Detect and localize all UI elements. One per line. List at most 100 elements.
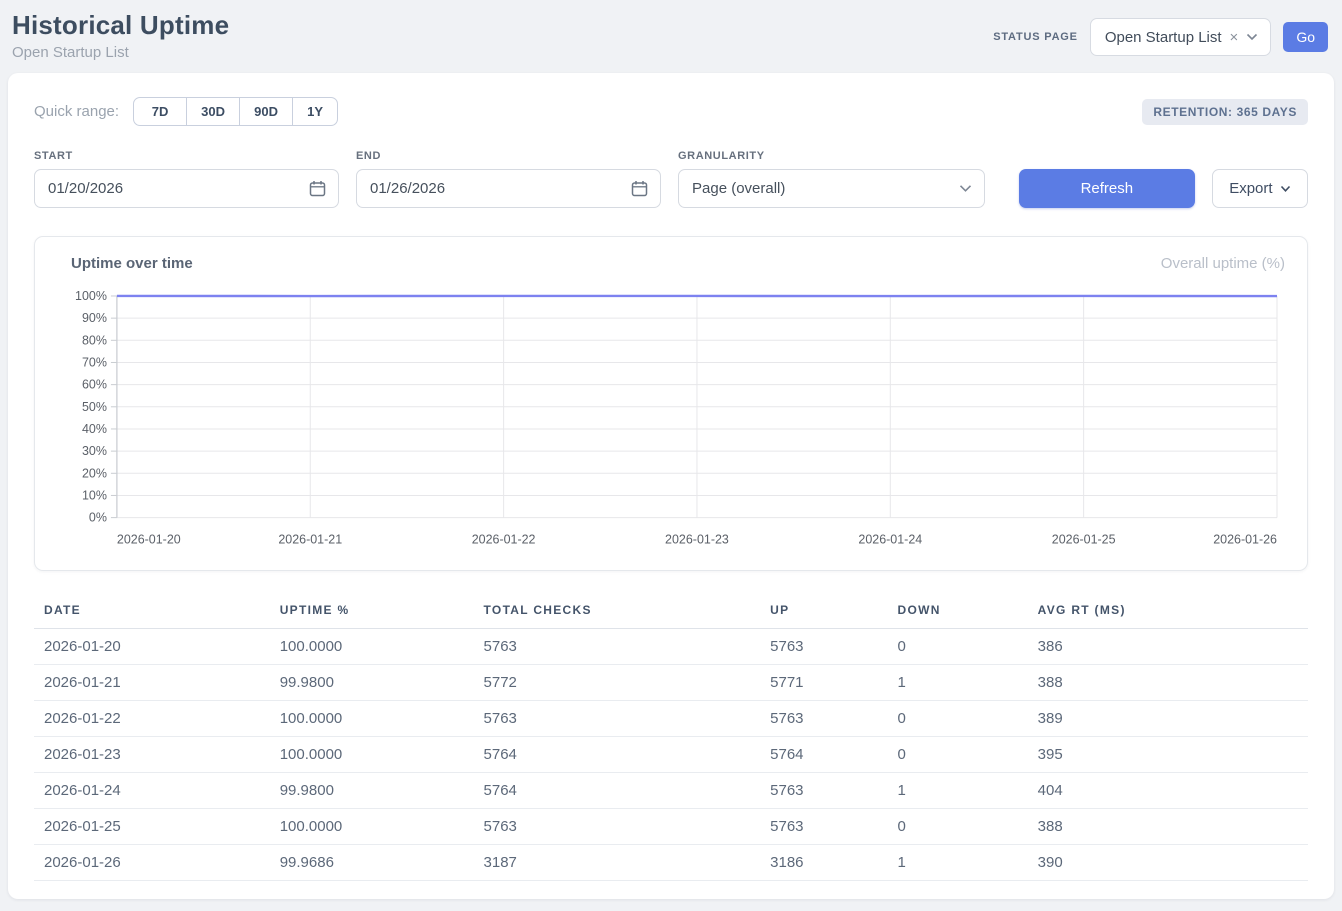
retention-badge: RETENTION: 365 DAYS bbox=[1142, 99, 1308, 125]
table-cell: 5763 bbox=[760, 628, 887, 664]
chevron-down-icon bbox=[1280, 180, 1291, 197]
table-cell: 0 bbox=[888, 736, 1028, 772]
calendar-icon[interactable] bbox=[309, 180, 326, 197]
table-cell: 5763 bbox=[760, 700, 887, 736]
start-date-field: START 01/20/2026 bbox=[34, 150, 339, 208]
svg-text:60%: 60% bbox=[82, 378, 107, 392]
table-column-header: TOTAL CHECKS bbox=[474, 593, 761, 629]
table-cell: 99.9800 bbox=[270, 772, 474, 808]
chart-title: Uptime over time bbox=[71, 255, 193, 272]
granularity-selected-value: Page (overall) bbox=[692, 180, 785, 197]
start-date-value: 01/20/2026 bbox=[48, 180, 123, 197]
svg-text:2026-01-26: 2026-01-26 bbox=[1213, 533, 1277, 547]
table-row: 2026-01-2199.9800577257711388 bbox=[34, 664, 1308, 700]
clear-selection-icon[interactable]: × bbox=[1230, 30, 1239, 45]
page-header: Historical Uptime Open Startup List STAT… bbox=[0, 0, 1342, 73]
table-cell: 5764 bbox=[474, 772, 761, 808]
quick-range-7d[interactable]: 7D bbox=[133, 97, 187, 126]
status-page-selected-value: Open Startup List bbox=[1105, 29, 1222, 46]
end-date-label: END bbox=[356, 150, 661, 162]
table-row: 2026-01-2499.9800576457631404 bbox=[34, 772, 1308, 808]
table-cell: 2026-01-20 bbox=[34, 628, 270, 664]
chart-area: 0%10%20%30%40%50%60%70%80%90%100%2026-01… bbox=[55, 284, 1287, 560]
header-controls: STATUS PAGE Open Startup List × Go bbox=[993, 18, 1328, 56]
table-cell: 388 bbox=[1028, 808, 1308, 844]
uptime-chart-card: Uptime over time Overall uptime (%) 0% 10… bbox=[34, 236, 1308, 571]
table-column-header: UPTIME % bbox=[270, 593, 474, 629]
svg-text:90%: 90% bbox=[82, 311, 107, 325]
table-cell: 389 bbox=[1028, 700, 1308, 736]
svg-text:80%: 80% bbox=[82, 333, 107, 347]
svg-text:70%: 70% bbox=[82, 355, 107, 369]
table-cell: 100.0000 bbox=[270, 628, 474, 664]
svg-text:2026-01-23: 2026-01-23 bbox=[665, 533, 729, 547]
quick-range-1y[interactable]: 1Y bbox=[292, 97, 338, 126]
end-date-input[interactable]: 01/26/2026 bbox=[356, 169, 661, 208]
uptime-chart: 0%10%20%30%40%50%60%70%80%90%100%2026-01… bbox=[55, 284, 1287, 560]
page-subtitle: Open Startup List bbox=[12, 44, 229, 61]
quick-range-90d[interactable]: 90D bbox=[239, 97, 293, 126]
start-date-label: START bbox=[34, 150, 339, 162]
table-cell: 5764 bbox=[474, 736, 761, 772]
table-cell: 100.0000 bbox=[270, 736, 474, 772]
table-cell: 3187 bbox=[474, 844, 761, 880]
table-row: 2026-01-20100.0000576357630386 bbox=[34, 628, 1308, 664]
export-button-label: Export bbox=[1229, 180, 1272, 197]
table-header: DATEUPTIME %TOTAL CHECKSUPDOWNAVG RT (MS… bbox=[34, 593, 1308, 629]
table-cell: 99.9686 bbox=[270, 844, 474, 880]
calendar-icon[interactable] bbox=[631, 180, 648, 197]
status-page-select[interactable]: Open Startup List × bbox=[1090, 18, 1272, 56]
table-cell: 2026-01-23 bbox=[34, 736, 270, 772]
go-button[interactable]: Go bbox=[1283, 22, 1328, 52]
filters-row: START 01/20/2026 END 01/26/2026 GRANULAR… bbox=[34, 150, 1308, 208]
refresh-button[interactable]: Refresh bbox=[1019, 169, 1195, 208]
quick-range-group: 7D 30D 90D 1Y bbox=[133, 97, 338, 126]
table-cell: 2026-01-21 bbox=[34, 664, 270, 700]
table-cell: 5771 bbox=[760, 664, 887, 700]
page-title: Historical Uptime bbox=[12, 10, 229, 41]
svg-text:2026-01-21: 2026-01-21 bbox=[278, 533, 342, 547]
table-cell: 5763 bbox=[474, 628, 761, 664]
quick-range-label: Quick range: bbox=[34, 103, 119, 120]
table-row: 2026-01-23100.0000576457640395 bbox=[34, 736, 1308, 772]
end-date-field: END 01/26/2026 bbox=[356, 150, 661, 208]
granularity-select[interactable]: Page (overall) bbox=[678, 169, 985, 208]
table-cell: 1 bbox=[888, 772, 1028, 808]
table-cell: 100.0000 bbox=[270, 808, 474, 844]
svg-text:40%: 40% bbox=[82, 422, 107, 436]
table-cell: 5763 bbox=[474, 808, 761, 844]
svg-text:100%: 100% bbox=[75, 289, 107, 303]
quick-range-30d[interactable]: 30D bbox=[186, 97, 240, 126]
svg-text:30%: 30% bbox=[82, 444, 107, 458]
table-cell: 0 bbox=[888, 808, 1028, 844]
table-cell: 0 bbox=[888, 700, 1028, 736]
table-cell: 5763 bbox=[474, 700, 761, 736]
table-cell: 386 bbox=[1028, 628, 1308, 664]
table-cell: 2026-01-22 bbox=[34, 700, 270, 736]
granularity-label: GRANULARITY bbox=[678, 150, 985, 162]
table-cell: 5763 bbox=[760, 808, 887, 844]
chart-legend: Overall uptime (%) bbox=[1161, 255, 1285, 272]
table-row: 2026-01-25100.0000576357630388 bbox=[34, 808, 1308, 844]
chevron-down-icon bbox=[959, 184, 972, 193]
chart-header: Uptime over time Overall uptime (%) bbox=[55, 255, 1287, 284]
status-page-label: STATUS PAGE bbox=[993, 31, 1078, 43]
table-row: 2026-01-22100.0000576357630389 bbox=[34, 700, 1308, 736]
svg-text:2026-01-20: 2026-01-20 bbox=[117, 533, 181, 547]
title-block: Historical Uptime Open Startup List bbox=[12, 10, 229, 61]
table-cell: 404 bbox=[1028, 772, 1308, 808]
table-cell: 1 bbox=[888, 844, 1028, 880]
uptime-table: DATEUPTIME %TOTAL CHECKSUPDOWNAVG RT (MS… bbox=[34, 593, 1308, 881]
svg-text:20%: 20% bbox=[82, 466, 107, 480]
table-cell: 0 bbox=[888, 628, 1028, 664]
svg-text:2026-01-22: 2026-01-22 bbox=[472, 533, 536, 547]
start-date-input[interactable]: 01/20/2026 bbox=[34, 169, 339, 208]
table-column-header: UP bbox=[760, 593, 887, 629]
export-button[interactable]: Export bbox=[1212, 169, 1308, 208]
svg-text:0%: 0% bbox=[89, 511, 107, 525]
table-cell: 3186 bbox=[760, 844, 887, 880]
svg-text:2026-01-25: 2026-01-25 bbox=[1052, 533, 1116, 547]
svg-text:10%: 10% bbox=[82, 488, 107, 502]
quick-range-row: Quick range: 7D 30D 90D 1Y RETENTION: 36… bbox=[34, 97, 1308, 126]
svg-text:2026-01-24: 2026-01-24 bbox=[858, 533, 922, 547]
